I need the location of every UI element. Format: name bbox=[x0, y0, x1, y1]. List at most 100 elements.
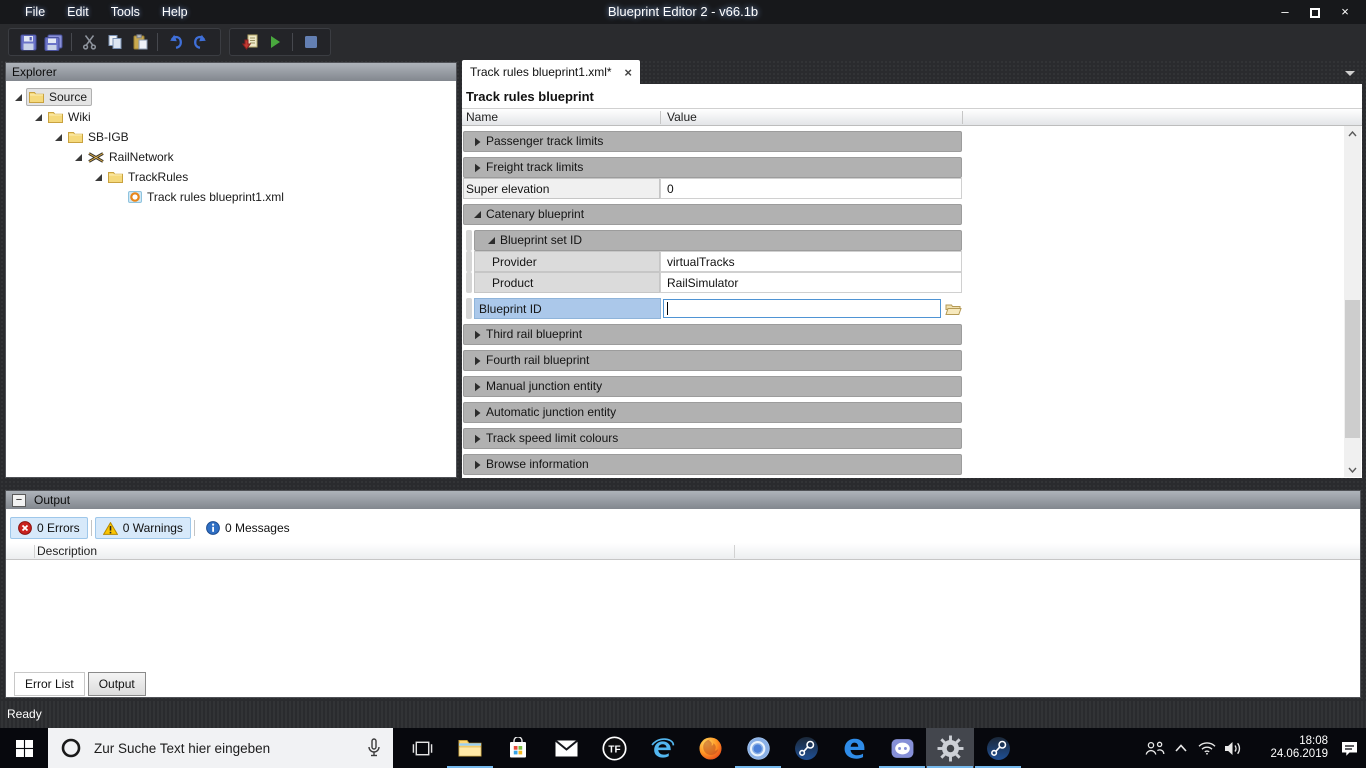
copy-button[interactable] bbox=[102, 31, 127, 53]
expander-icon[interactable] bbox=[473, 356, 482, 366]
editor-tab[interactable]: Track rules blueprint1.xml* × bbox=[462, 60, 640, 84]
category-row[interactable]: Blueprint set ID bbox=[474, 230, 962, 251]
taskbar-app-mail[interactable] bbox=[542, 728, 590, 768]
taskbar-app-steam[interactable] bbox=[782, 728, 830, 768]
property-name-cell-selected[interactable]: Blueprint ID bbox=[474, 298, 661, 319]
tree-expander[interactable] bbox=[32, 113, 44, 122]
taskbar-app-file-explorer[interactable] bbox=[446, 728, 494, 768]
property-value-cell[interactable]: 0 bbox=[660, 178, 962, 199]
grid-row-passenger-track-limits[interactable]: Passenger track limits bbox=[462, 131, 962, 152]
vertical-scrollbar[interactable] bbox=[1344, 126, 1361, 477]
redo-button[interactable] bbox=[188, 31, 213, 53]
row-expander[interactable] bbox=[472, 137, 482, 147]
scroll-down-icon[interactable] bbox=[1344, 462, 1361, 477]
expander-icon[interactable] bbox=[473, 330, 482, 340]
expander-icon[interactable] bbox=[473, 460, 482, 470]
taskbar-app-blueprint-editor-gear[interactable] bbox=[926, 728, 974, 768]
action-center-icon[interactable] bbox=[1334, 740, 1364, 757]
wifi-icon[interactable] bbox=[1194, 741, 1220, 755]
tab-output[interactable]: Output bbox=[87, 672, 146, 696]
save-all-button[interactable] bbox=[41, 31, 66, 53]
tree-item-trackrules[interactable]: TrackRules bbox=[6, 167, 456, 187]
category-row[interactable]: Third rail blueprint bbox=[463, 324, 962, 345]
taskbar-app-transport-fever[interactable]: TF bbox=[590, 728, 638, 768]
paste-button[interactable] bbox=[127, 31, 152, 53]
tree-expander[interactable] bbox=[92, 173, 104, 182]
row-expander[interactable] bbox=[472, 382, 482, 392]
tree-item-sb-igb[interactable]: SB-IGB bbox=[6, 127, 456, 147]
tree-item-wiki[interactable]: Wiki bbox=[6, 107, 456, 127]
row-expander[interactable] bbox=[486, 236, 496, 245]
taskbar-clock[interactable]: 18:08 24.06.2019 bbox=[1254, 735, 1328, 761]
taskbar-app-edge[interactable] bbox=[830, 728, 878, 768]
people-icon[interactable] bbox=[1142, 741, 1168, 756]
grid-row-blueprint-set-id[interactable]: Blueprint set ID bbox=[462, 230, 962, 251]
volume-icon[interactable] bbox=[1220, 741, 1246, 756]
property-value-cell[interactable]: RailSimulator bbox=[660, 272, 962, 293]
toggle-0-warnings[interactable]: 0 Warnings bbox=[94, 517, 191, 539]
row-expander[interactable] bbox=[472, 210, 482, 219]
grid-row-freight-track-limits[interactable]: Freight track limits bbox=[462, 157, 962, 178]
tab-error-list[interactable]: Error List bbox=[14, 672, 85, 696]
expander-icon[interactable] bbox=[473, 408, 482, 418]
save-button[interactable] bbox=[16, 31, 41, 53]
grid-row-product[interactable]: Product RailSimulator bbox=[462, 272, 962, 293]
menu-edit[interactable]: Edit bbox=[56, 0, 100, 24]
maximize-button[interactable] bbox=[1300, 0, 1330, 24]
tree-expander[interactable] bbox=[12, 93, 24, 102]
toggle-0-errors[interactable]: 0 Errors bbox=[10, 517, 88, 539]
taskbar-app-microsoft-store[interactable] bbox=[494, 728, 542, 768]
scroll-up-icon[interactable] bbox=[1344, 126, 1361, 141]
grid-row-manual-junction-entity[interactable]: Manual junction entity bbox=[462, 376, 962, 397]
category-row[interactable]: Manual junction entity bbox=[463, 376, 962, 397]
taskbar-app-chromium[interactable] bbox=[734, 728, 782, 768]
chevron-up-icon[interactable] bbox=[1168, 744, 1194, 752]
row-expander[interactable] bbox=[472, 163, 482, 173]
grid-row-blueprint-id[interactable]: Blueprint ID bbox=[462, 298, 962, 319]
row-expander[interactable] bbox=[472, 460, 482, 470]
column-splitter[interactable] bbox=[660, 111, 661, 124]
row-expander[interactable] bbox=[472, 408, 482, 418]
property-value-cell[interactable]: virtualTracks bbox=[660, 251, 962, 272]
export-button[interactable] bbox=[237, 31, 262, 53]
microphone-icon[interactable] bbox=[367, 738, 381, 758]
category-row[interactable]: Catenary blueprint bbox=[463, 204, 962, 225]
category-row[interactable]: Freight track limits bbox=[463, 157, 962, 178]
tree-item-source[interactable]: Source bbox=[6, 87, 456, 107]
blueprint-id-input[interactable] bbox=[663, 299, 941, 318]
tree-item-content[interactable]: Source bbox=[26, 88, 93, 106]
start-button[interactable] bbox=[0, 728, 48, 768]
expander-icon[interactable] bbox=[473, 382, 482, 392]
tree-expander[interactable] bbox=[72, 153, 84, 162]
scrollbar-thumb[interactable] bbox=[1345, 300, 1360, 438]
cortana-icon[interactable] bbox=[60, 737, 82, 759]
close-button[interactable]: × bbox=[1330, 0, 1360, 24]
category-row[interactable]: Passenger track limits bbox=[463, 131, 962, 152]
minimize-button[interactable]: – bbox=[1270, 0, 1300, 24]
expander-icon[interactable] bbox=[473, 210, 482, 219]
row-expander[interactable] bbox=[472, 356, 482, 366]
category-row[interactable]: Automatic junction entity bbox=[463, 402, 962, 423]
grid-row-browse-information[interactable]: Browse information bbox=[462, 454, 962, 475]
stop-button[interactable] bbox=[298, 31, 323, 53]
row-expander[interactable] bbox=[472, 434, 482, 444]
expander-icon[interactable] bbox=[473, 434, 482, 444]
tree-expander[interactable] bbox=[52, 133, 64, 142]
tree-item-track-rules-blueprint1-xml[interactable]: Track rules blueprint1.xml bbox=[6, 187, 456, 207]
expander-icon[interactable] bbox=[473, 163, 482, 173]
taskbar-search[interactable]: Zur Suche Text hier eingeben bbox=[48, 728, 393, 768]
menu-help[interactable]: Help bbox=[151, 0, 199, 24]
expander-icon[interactable] bbox=[14, 93, 23, 102]
browse-button[interactable] bbox=[944, 300, 962, 317]
grid-row-provider[interactable]: Provider virtualTracks bbox=[462, 251, 962, 272]
expander-icon[interactable] bbox=[487, 236, 496, 245]
undo-button[interactable] bbox=[163, 31, 188, 53]
grid-row-third-rail-blueprint[interactable]: Third rail blueprint bbox=[462, 324, 962, 345]
menu-file[interactable]: File bbox=[14, 0, 56, 24]
grid-row-super-elevation[interactable]: Super elevation 0 bbox=[462, 178, 962, 199]
menu-tools[interactable]: Tools bbox=[100, 0, 151, 24]
expander-icon[interactable] bbox=[74, 153, 83, 162]
expander-icon[interactable] bbox=[34, 113, 43, 122]
expander-icon[interactable] bbox=[54, 133, 63, 142]
category-row[interactable]: Fourth rail blueprint bbox=[463, 350, 962, 371]
